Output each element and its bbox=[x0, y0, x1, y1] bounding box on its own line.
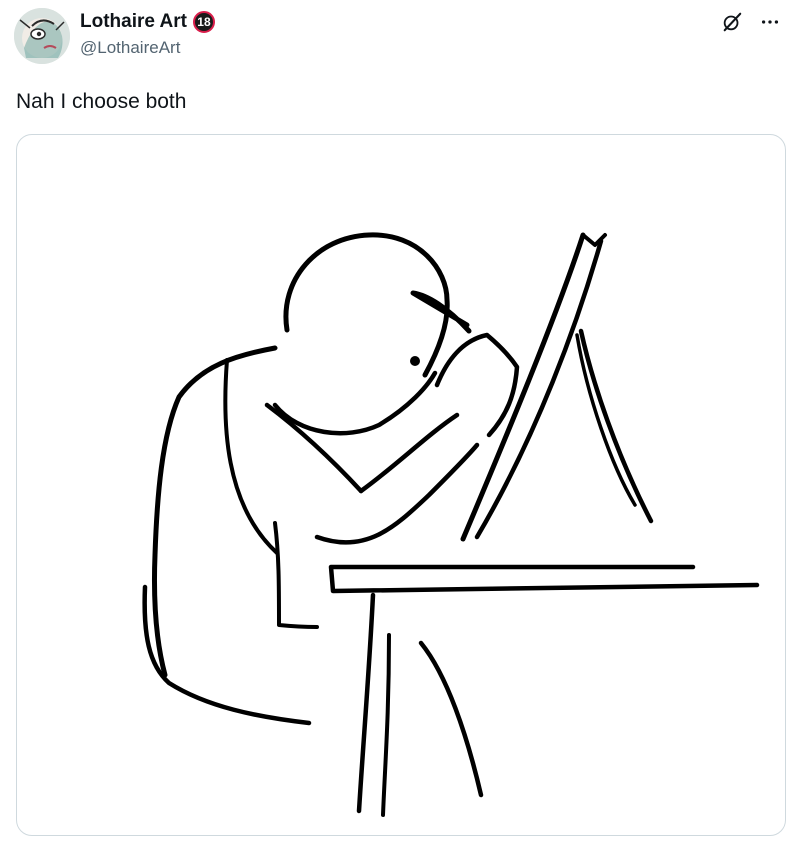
desk-top bbox=[328, 564, 760, 594]
display-name[interactable]: Lothaire Art bbox=[80, 10, 187, 34]
torso-line bbox=[273, 521, 319, 629]
avatar-illustration-icon bbox=[14, 8, 70, 64]
name-row: Lothaire Art 18 bbox=[80, 10, 215, 34]
desk-leg-left bbox=[356, 592, 376, 814]
tweet-card: Lothaire Art 18 @LothaireArt Nah I choos… bbox=[0, 0, 800, 844]
upper-arm bbox=[264, 402, 364, 494]
avatar[interactable] bbox=[14, 8, 70, 64]
eye bbox=[410, 356, 420, 366]
grok-slash-icon[interactable] bbox=[720, 10, 744, 34]
head-outline bbox=[283, 232, 450, 378]
author-block: Lothaire Art 18 @LothaireArt bbox=[80, 10, 215, 60]
easel-back-leg bbox=[578, 328, 654, 524]
desk-leg-curve bbox=[418, 640, 484, 798]
back-outline bbox=[151, 345, 278, 678]
user-handle[interactable]: @LothaireArt bbox=[80, 36, 215, 60]
drawing-illustration bbox=[142, 232, 760, 817]
easel-front-left bbox=[460, 232, 586, 542]
back-lower bbox=[142, 584, 312, 726]
tweet-text: Nah I choose both bbox=[16, 90, 187, 113]
top-actions bbox=[720, 10, 782, 34]
easel-front-right bbox=[474, 238, 604, 540]
tweet-media-image[interactable] bbox=[16, 134, 786, 836]
face-outline bbox=[272, 370, 438, 436]
desk-leg-left-2 bbox=[381, 633, 391, 817]
shoulder-inner bbox=[223, 358, 279, 555]
pencil bbox=[410, 290, 472, 334]
more-dots-icon[interactable] bbox=[758, 10, 782, 34]
forearm-bottom bbox=[314, 442, 480, 545]
age-18-badge-icon: 18 bbox=[192, 11, 215, 33]
